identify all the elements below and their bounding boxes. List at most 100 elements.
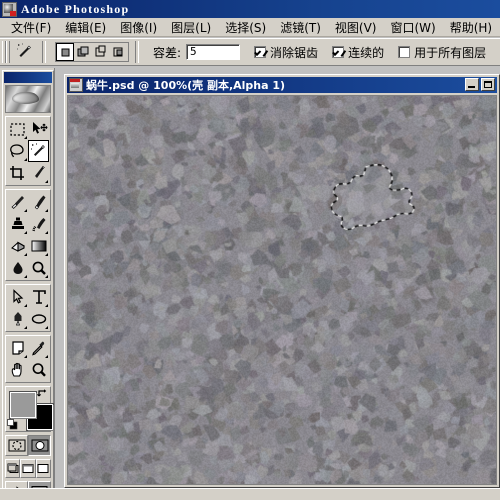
anti-alias-label: 消除锯齿 (270, 45, 319, 60)
tool-flyout-triangle (45, 231, 48, 234)
full-screen-mode-button[interactable] (35, 459, 51, 478)
hand-tool[interactable] (7, 359, 28, 381)
menu-edit[interactable]: 编辑(E) (58, 18, 113, 37)
document-title-bar[interactable]: 蜗牛.psd @ 100%(壳 副本,Alpha 1) (67, 77, 497, 93)
subtract-from-selection-button[interactable] (92, 43, 110, 61)
contiguous-checkbox-box[interactable] (332, 46, 345, 58)
tool-flyout-triangle (24, 304, 27, 307)
anti-alias-checkbox[interactable]: 消除锯齿 (254, 44, 318, 61)
add-to-selection-button[interactable] (74, 43, 92, 61)
doc-minimize-button[interactable] (465, 78, 479, 91)
toolbox-group-paint (5, 189, 51, 281)
dodge-tool[interactable] (28, 257, 49, 279)
all-layers-label: 用于所有图层 (414, 45, 487, 60)
crop-tool[interactable] (7, 162, 28, 184)
eyedropper-tool[interactable] (28, 337, 49, 359)
quick-mask-mode-button[interactable] (28, 435, 51, 456)
toolbox-row (7, 286, 49, 308)
intersect-selection-button[interactable] (110, 43, 128, 61)
tolerance-input[interactable] (186, 44, 241, 60)
options-separator-1 (42, 41, 46, 63)
document-window-buttons (463, 78, 495, 91)
all-layers-checkbox-box[interactable] (398, 46, 411, 58)
color-swatches (5, 386, 53, 432)
image-canvas[interactable] (68, 96, 496, 484)
document-icon (69, 78, 83, 92)
blur-tool[interactable] (7, 257, 28, 279)
app-title-bar: Adobe Photoshop (0, 0, 500, 18)
photoshop-window: Adobe Photoshop 文件(F) 编辑(E) 图像(I) 图层(L) … (0, 0, 500, 500)
toolbox-row (7, 213, 49, 235)
tool-flyout-triangle (24, 355, 27, 358)
tool-flyout-triangle (24, 136, 27, 139)
history-brush-tool[interactable] (28, 213, 49, 235)
options-separator-2 (135, 41, 139, 63)
all-layers-checkbox[interactable]: 用于所有图层 (398, 44, 486, 61)
toolbox-row (7, 162, 49, 184)
doc-maximize-button[interactable] (481, 78, 495, 91)
path-selection-tool[interactable] (7, 286, 28, 308)
photoshop-icon (2, 1, 17, 17)
menu-filter[interactable]: 滤镜(T) (273, 18, 328, 37)
toolbox-title-bar[interactable] (4, 72, 52, 83)
toolbox-row (7, 191, 49, 213)
paintbrush-tool[interactable] (28, 191, 49, 213)
full-screen-with-menubar-button[interactable] (20, 459, 36, 478)
menu-layer[interactable]: 图层(L) (164, 18, 218, 37)
tool-flyout-triangle (23, 158, 27, 161)
tool-flyout-triangle (24, 253, 27, 256)
foreground-color-swatch[interactable] (10, 392, 36, 418)
standard-mode-button[interactable] (5, 435, 28, 456)
toolbox-row (7, 337, 49, 359)
screen-mode-group (5, 459, 51, 478)
toolbox-row (7, 257, 49, 279)
quick-mask-group (5, 435, 51, 456)
toolbox-row (7, 359, 49, 381)
app-title: Adobe Photoshop (21, 1, 130, 16)
menu-view[interactable]: 视图(V) (328, 18, 384, 37)
clone-stamp-tool[interactable] (7, 213, 28, 235)
magic-wand-icon[interactable] (12, 40, 36, 64)
tool-flyout-triangle (45, 253, 48, 256)
document-window: 蜗牛.psd @ 100%(壳 副本,Alpha 1) (64, 74, 500, 488)
slice-tool[interactable] (28, 162, 49, 184)
lasso-tool[interactable] (7, 140, 28, 162)
zoom-tool[interactable] (28, 359, 49, 381)
tool-flyout-triangle (45, 180, 48, 183)
menu-window[interactable]: 窗口(W) (383, 18, 442, 37)
toolbox-group-vector (5, 284, 51, 332)
tool-flyout-triangle (45, 275, 48, 278)
swap-colors-icon[interactable] (37, 388, 48, 399)
pen-tool[interactable] (7, 308, 28, 330)
notes-tool[interactable] (7, 337, 28, 359)
photoshop-eye-banner-icon (5, 85, 51, 113)
menu-image[interactable]: 图像(I) (113, 18, 164, 37)
contiguous-label: 连续的 (348, 45, 385, 60)
menu-file[interactable]: 文件(F) (4, 18, 58, 37)
toolbox-row (7, 118, 49, 140)
toolbox-palette (0, 68, 55, 500)
ellipse-shape-tool[interactable] (28, 308, 49, 330)
default-colors-icon[interactable] (7, 419, 18, 430)
tool-options-bar: 容差: 消除锯齿 连续的 用于所有图层 (0, 38, 500, 66)
magic-wand-tool[interactable] (27, 140, 49, 162)
standard-screen-mode-button[interactable] (5, 459, 21, 478)
new-selection-button[interactable] (56, 43, 74, 61)
options-bar-grip[interactable] (2, 40, 10, 64)
toolbox-inner (2, 70, 54, 500)
menu-select[interactable]: 选择(S) (218, 18, 273, 37)
anti-alias-checkbox-box[interactable] (254, 46, 267, 58)
contiguous-checkbox[interactable]: 连续的 (332, 44, 384, 61)
gradient-tool[interactable] (28, 235, 49, 257)
eraser-tool[interactable] (7, 235, 28, 257)
healing-brush-tool[interactable] (7, 191, 28, 213)
toolbox-row (7, 235, 49, 257)
menu-help[interactable]: 帮助(H) (443, 18, 499, 37)
selection-mode-group (55, 42, 129, 62)
marquee-tool[interactable] (7, 118, 28, 140)
tool-flyout-triangle (45, 304, 48, 307)
type-tool[interactable] (28, 286, 49, 308)
toolbox-group-selection (5, 116, 51, 186)
move-tool[interactable] (28, 118, 49, 140)
tool-flyout-triangle (24, 275, 27, 278)
